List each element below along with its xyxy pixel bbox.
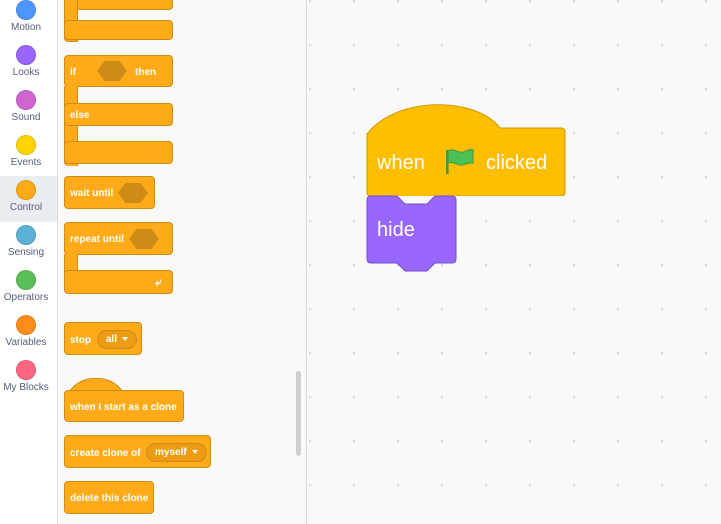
motion-color-dot — [16, 0, 36, 20]
category-motion[interactable]: Motion — [0, 0, 57, 45]
my-blocks-color-dot — [16, 360, 36, 380]
delete-clone-block[interactable]: delete this clone — [64, 481, 154, 514]
condition-slot[interactable] — [129, 229, 159, 249]
category-label: Sound — [11, 112, 41, 123]
else-label: else — [70, 110, 90, 121]
category-label: My Blocks — [3, 382, 49, 393]
category-variables[interactable]: Variables — [0, 315, 57, 360]
condition-slot[interactable] — [118, 183, 148, 203]
sound-color-dot — [16, 90, 36, 110]
chevron-down-icon — [191, 450, 198, 455]
create-clone-block[interactable]: create clone of myself — [64, 435, 211, 468]
wait-until-label: wait until — [70, 188, 114, 199]
category-operators[interactable]: Operators — [0, 270, 57, 315]
stop-label: stop — [70, 335, 92, 346]
block-palette: if then else wait until repeat until ⤶ s… — [58, 0, 307, 524]
when-i-start-as-clone-block[interactable]: when I start as a clone — [64, 390, 184, 422]
operators-color-dot — [16, 270, 36, 290]
events-color-dot — [16, 135, 36, 155]
control-color-dot — [16, 180, 36, 200]
when-flag-clicked-block[interactable]: when clicked — [366, 104, 566, 196]
repeat-until-label: repeat until — [70, 234, 124, 245]
if-else-bottom[interactable] — [64, 141, 173, 164]
if-label: if — [70, 67, 77, 78]
category-label: Motion — [10, 22, 41, 33]
category-label: Sensing — [7, 247, 45, 258]
else-section[interactable]: else — [64, 103, 173, 126]
category-menu: Motion Looks Sound Events Control Sensin… — [0, 0, 58, 524]
category-label: Events — [10, 157, 42, 168]
wait-until-block[interactable]: wait until — [64, 176, 155, 209]
category-looks[interactable]: Looks — [0, 45, 57, 90]
clone-target-dropdown[interactable]: myself — [146, 443, 207, 462]
create-clone-label: create clone of — [70, 448, 141, 459]
green-flag-icon[interactable] — [442, 146, 476, 178]
stop-option-value: all — [106, 334, 118, 345]
when-label: when — [377, 152, 425, 174]
condition-slot[interactable] — [97, 61, 127, 81]
chevron-down-icon — [122, 337, 129, 342]
repeat-until-bottom[interactable]: ⤶ — [64, 270, 173, 294]
clone-start-label: when I start as a clone — [70, 402, 177, 413]
category-label: Control — [9, 202, 43, 213]
hide-label: hide — [377, 219, 415, 241]
category-sensing[interactable]: Sensing — [0, 225, 57, 270]
looks-color-dot — [16, 45, 36, 65]
partial-c-block-top[interactable] — [64, 0, 173, 10]
clicked-label: clicked — [486, 152, 548, 174]
script-workspace[interactable]: when clicked hide — [307, 0, 721, 524]
delete-clone-label: delete this clone — [70, 493, 149, 504]
category-label: Variables — [5, 337, 47, 348]
stop-block[interactable]: stop all — [64, 322, 142, 355]
repeat-until-block[interactable]: repeat until — [64, 222, 173, 255]
category-sound[interactable]: Sound — [0, 90, 57, 135]
stop-option-dropdown[interactable]: all — [97, 330, 137, 349]
loop-arrow-icon: ⤶ — [155, 275, 162, 289]
category-label: Looks — [12, 67, 40, 78]
if-else-block[interactable]: if then — [64, 55, 173, 87]
category-control[interactable]: Control — [0, 176, 57, 222]
category-events[interactable]: Events — [0, 135, 57, 180]
clone-target-value: myself — [155, 447, 187, 458]
palette-scrollbar[interactable] — [296, 371, 301, 456]
category-my-blocks[interactable]: My Blocks — [0, 360, 57, 405]
variables-color-dot — [16, 315, 36, 335]
then-label: then — [135, 67, 157, 78]
hide-block[interactable]: hide — [366, 195, 461, 277]
partial-c-block-bottom[interactable] — [64, 20, 173, 40]
sensing-color-dot — [16, 225, 36, 245]
category-label: Operators — [3, 292, 49, 303]
